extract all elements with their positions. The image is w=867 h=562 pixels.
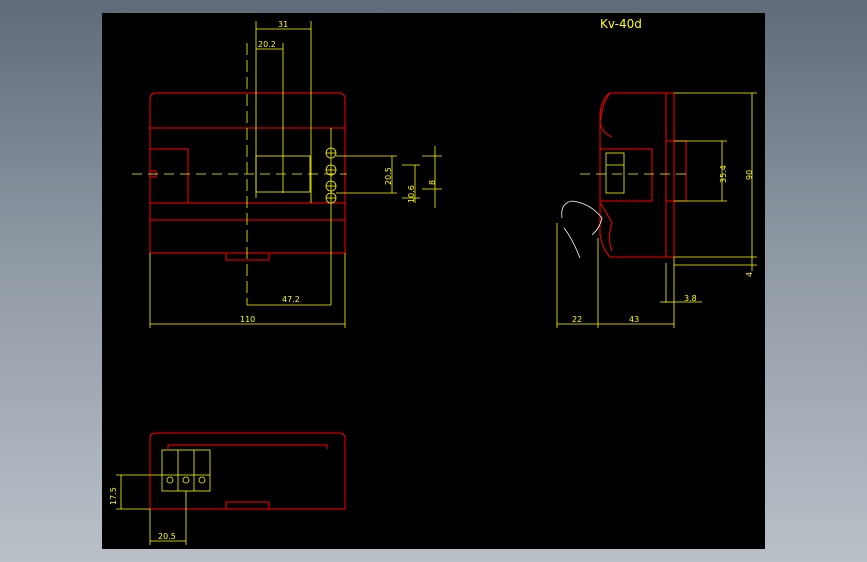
dim-17-5: 17.5 [109, 487, 118, 505]
dim-20-5: 20.5 [384, 167, 393, 185]
dim-20-2: 20.2 [258, 40, 276, 49]
dim-35-4: 35.4 [719, 165, 728, 183]
dim-4: 4 [745, 272, 754, 277]
bottom-view-outline [149, 432, 346, 510]
drawing-title: Kv-40d [600, 17, 642, 31]
front-view-dimensions [132, 21, 442, 328]
drawing-canvas[interactable]: Kv-40d 31 20.2 47.2 110 20.5 10.6 8 35.4… [102, 13, 765, 549]
front-view-labels: 31 20.2 47.2 110 20.5 10.6 8 [240, 20, 437, 324]
dim-43: 43 [629, 315, 639, 324]
dim-31: 31 [278, 20, 288, 29]
front-view-outline [149, 92, 346, 261]
dim-22: 22 [572, 315, 582, 324]
cad-viewport[interactable]: Kv-40d 31 20.2 47.2 110 20.5 10.6 8 35.4… [0, 0, 867, 562]
bottom-view-labels: 17.5 20.5 [109, 487, 176, 541]
dim-8: 8 [428, 180, 437, 185]
dim-110: 110 [240, 315, 255, 324]
side-view: 35.4 90 4 22 43 3.8 [556, 92, 757, 328]
dim-90: 90 [745, 170, 754, 180]
dim-3-8: 3.8 [684, 294, 697, 303]
dim-10-6: 10.6 [407, 185, 416, 203]
side-view-clip [561, 200, 603, 259]
side-view-outline [599, 92, 687, 258]
side-view-dimensions [556, 92, 757, 328]
bottom-view: 17.5 20.5 [109, 432, 346, 545]
side-view-labels: 35.4 90 4 22 43 3.8 [572, 165, 754, 324]
dim-47-2: 47.2 [282, 295, 300, 304]
front-view: 31 20.2 47.2 110 20.5 10.6 8 [132, 20, 442, 328]
dim-20-5-bottom: 20.5 [158, 532, 176, 541]
cad-drawing: Kv-40d 31 20.2 47.2 110 20.5 10.6 8 35.4… [109, 17, 757, 545]
bottom-view-dimensions [116, 449, 211, 545]
